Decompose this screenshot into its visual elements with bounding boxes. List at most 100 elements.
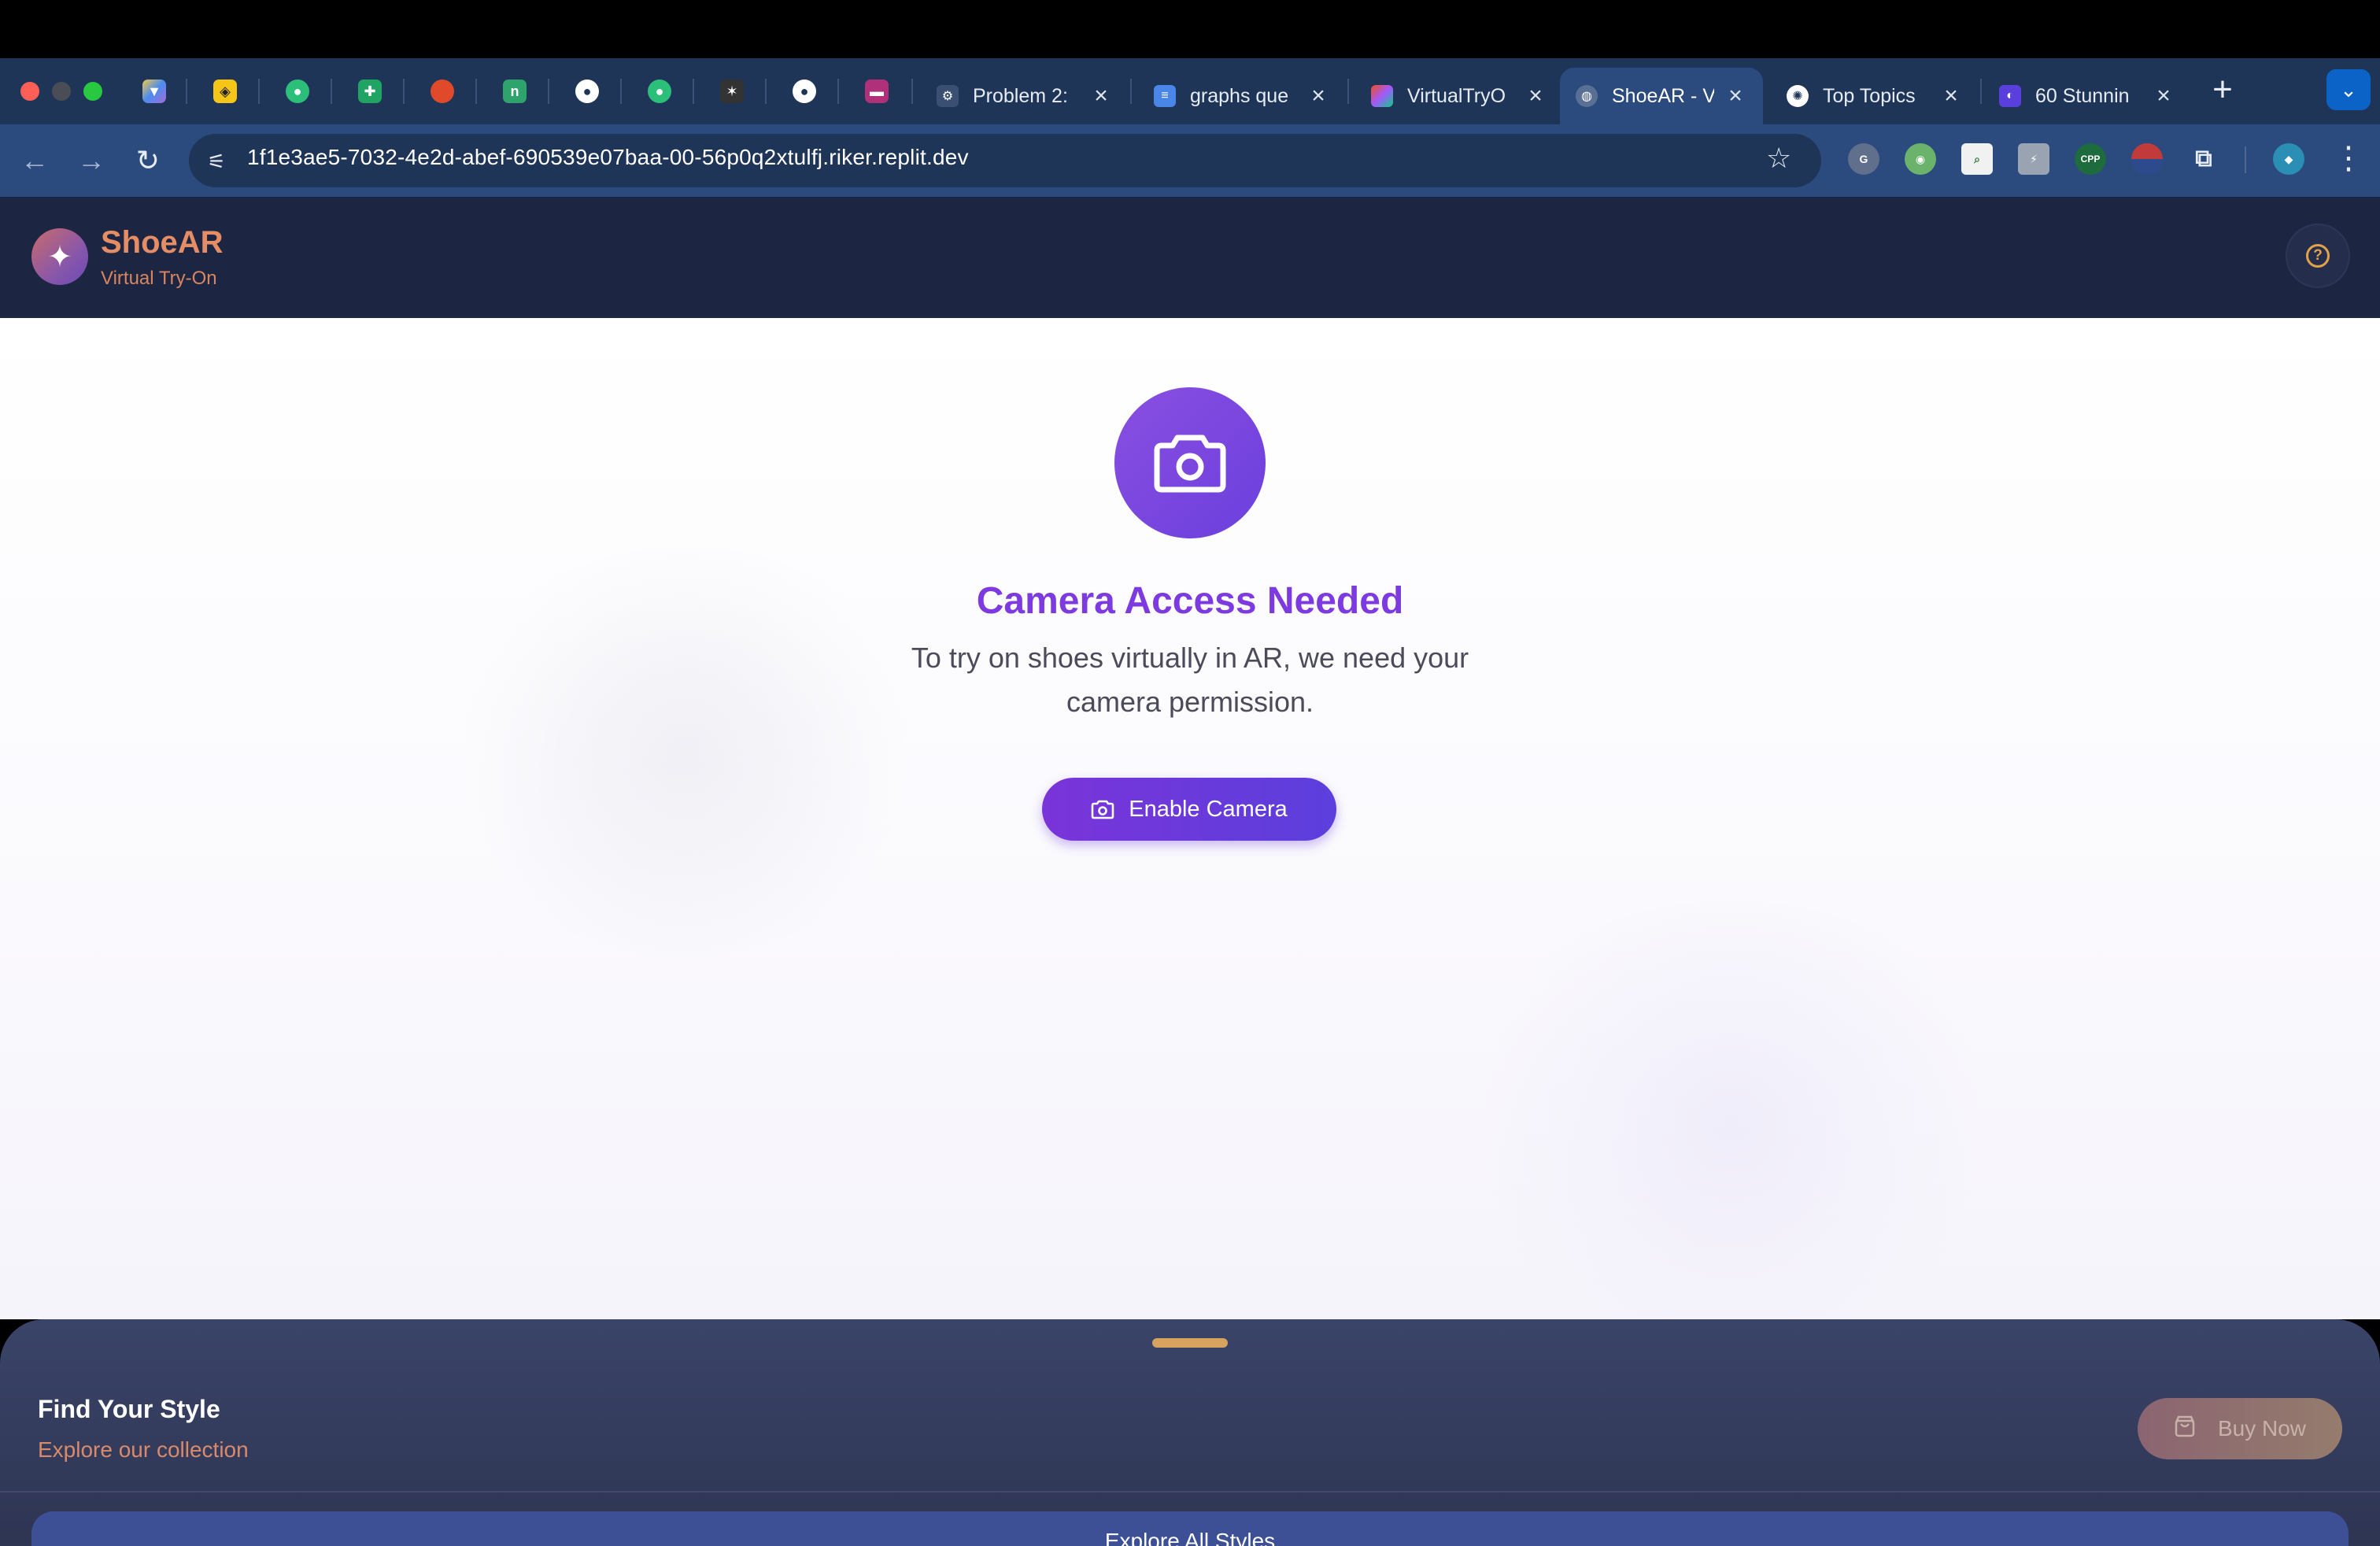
flag-extension-icon[interactable] [2131,143,2163,175]
toolbar-divider [2245,146,2246,173]
notion-icon: n [503,80,527,103]
close-icon[interactable]: × [1724,83,1747,109]
pinned-tab[interactable]: ● [641,72,678,110]
github-icon: ● [793,80,816,103]
close-icon[interactable]: × [1089,83,1113,109]
tab-search-button[interactable]: ⌄ [2326,69,2371,110]
chat-icon: ● [286,80,309,103]
tab-divider [837,79,839,104]
cpp-extension-icon[interactable]: CPP [2075,143,2106,175]
tab-60-stunning[interactable]: ◐ 60 Stunnin × [1983,68,2191,124]
openai-icon: ✺ [1787,85,1809,107]
brand-icon: ◐ [1999,85,2021,107]
maximize-window-button[interactable] [83,82,102,101]
chat-icon: ● [648,80,671,103]
sheet-drag-handle[interactable] [1152,1338,1228,1348]
pinned-tab[interactable]: n [496,72,534,110]
tab-divider [1130,79,1132,104]
help-circle-icon: ? [2306,244,2330,268]
sheet-subtitle: Explore our collection [38,1437,249,1462]
tab-divider [475,79,477,104]
close-icon[interactable]: × [1524,83,1547,109]
pinned-tab[interactable]: ▼ [135,72,173,110]
tab-divider [403,79,405,104]
pinned-tab[interactable]: ✶ [713,72,751,110]
enable-camera-label: Enable Camera [1129,796,1288,822]
enable-camera-button[interactable]: Enable Camera [1042,778,1336,841]
sparkle-logo-icon: ✦ [31,228,88,285]
drive-icon: ▼ [142,80,166,103]
brand-name: ShoeAR [101,225,224,260]
camera-app-icon: ✶ [720,80,744,103]
close-icon[interactable]: × [2152,83,2175,109]
sheet-title: Find Your Style [38,1395,220,1423]
forward-button[interactable]: → [71,140,112,181]
app-header [0,197,2380,318]
pinned-tab[interactable]: ● [785,72,823,110]
tab-divider [765,79,767,104]
tab-title: VirtualTryO [1407,84,1506,107]
background-glow [1448,901,2015,1319]
notes-extension-icon[interactable]: ⚡ [2018,143,2049,175]
extensions-puzzle-icon[interactable]: ⧉ [2188,143,2219,175]
tab-divider [548,79,549,104]
profile-avatar[interactable]: ◆ [2273,143,2304,175]
tab-top-topics[interactable]: ✺ Top Topics × [1771,68,1979,124]
globe-icon: ◍ [1576,85,1598,107]
explore-all-styles-button[interactable]: Explore All Styles [31,1511,2349,1546]
tab-title: graphs que [1190,84,1289,107]
close-icon[interactable]: × [1939,83,1963,109]
url-text[interactable]: 1f1e3ae5-7032-4e2d-abef-690539e07baa-00-… [247,145,969,170]
camera-access-description: To try on shoes virtually in AR, we need… [911,642,1469,718]
tab-divider [620,79,622,104]
new-tab-button[interactable]: + [2204,72,2241,110]
tab-virtualtryon[interactable]: VirtualTryO × [1355,68,1563,124]
grammarly-extension-icon[interactable]: G [1848,143,1879,175]
pinned-tab[interactable]: ● [568,72,606,110]
github-icon: ● [575,80,599,103]
site-settings-icon[interactable]: ⚟ [203,148,230,175]
tab-divider [1980,79,1982,104]
tab-divider [258,79,260,104]
pinned-tab[interactable] [423,72,461,110]
brand-tagline: Virtual Try-On [101,268,217,289]
camera-icon [1114,387,1266,538]
camera-access-title: Camera Access Needed [976,580,1404,622]
calendar-icon: ▬ [865,80,889,103]
close-window-button[interactable] [20,82,39,101]
figma-icon [1371,85,1393,107]
gear-icon: ⚙ [937,85,959,107]
tab-shoear[interactable]: ◍ ShoeAR - V × [1560,68,1763,124]
buy-now-button[interactable]: Buy Now [2138,1398,2342,1459]
tab-problem[interactable]: ⚙ Problem 2: × [921,68,1129,124]
docs-icon: ≡ [1154,85,1176,107]
pinned-tab[interactable]: ◈ [206,72,244,110]
tab-graphs[interactable]: ≡ graphs que × [1138,68,1346,124]
tab-divider [911,79,913,104]
tab-title: 60 Stunnin [2035,84,2130,107]
reload-button[interactable]: ↻ [128,140,168,181]
help-button[interactable]: ? [2286,224,2350,288]
pinned-tab[interactable]: ▬ [858,72,896,110]
browser-menu-icon[interactable]: ⋮ [2333,140,2364,176]
tab-divider [186,79,187,104]
sheet-divider [0,1491,2380,1492]
tab-divider [331,79,332,104]
tab-title: Problem 2: [973,84,1068,107]
buy-now-label: Buy Now [2217,1416,2307,1441]
bookmark-star-icon[interactable]: ☆ [1766,142,1791,175]
menu-bar-area [0,0,2380,58]
back-button[interactable]: ← [14,140,55,181]
tomato-icon [431,80,454,103]
pinned-tab[interactable]: ● [279,72,316,110]
sheets-icon: ✚ [358,80,382,103]
explore-label: Explore All Styles [1104,1529,1276,1546]
shopping-bag-icon [2174,1415,2196,1444]
minimize-window-button[interactable] [52,82,71,101]
camera-icon [1091,799,1114,819]
tab-divider [693,79,694,104]
android-extension-icon[interactable]: ◉ [1905,143,1936,175]
pinned-tab[interactable]: ✚ [351,72,389,110]
close-icon[interactable]: × [1306,83,1330,109]
search-extension-icon[interactable]: ⌕ [1961,143,1993,175]
